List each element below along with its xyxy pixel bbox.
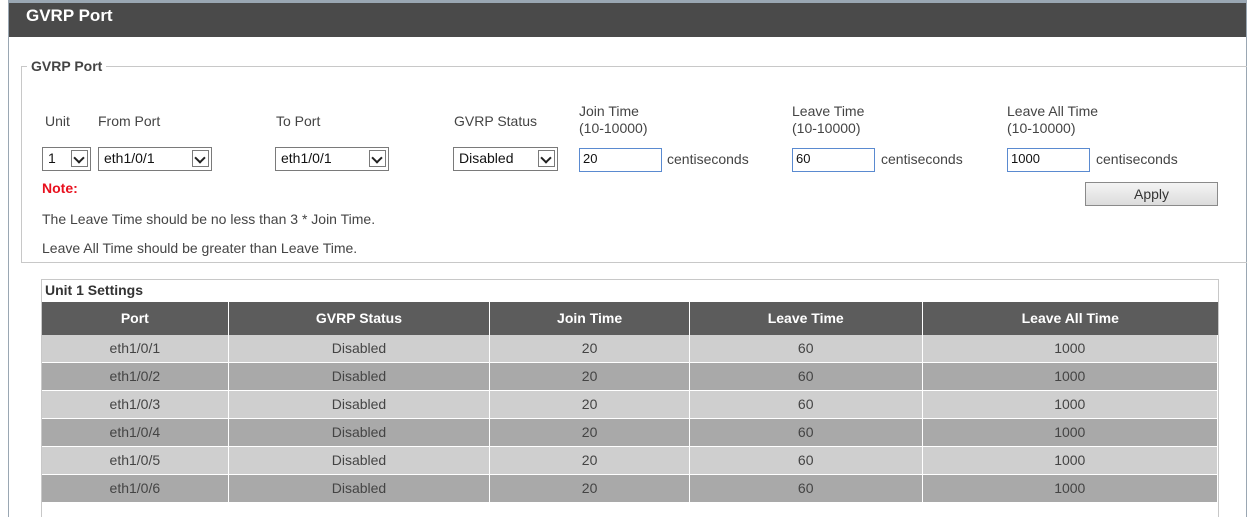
gvrp-status-select-value: Disabled (459, 150, 514, 166)
to-port-select[interactable]: eth1/0/1 (275, 147, 389, 171)
cell-leave-all-time: 1000 (923, 363, 1219, 390)
cell-leave-all-time: 1000 (923, 475, 1219, 502)
note-label: Note: (42, 180, 78, 196)
header-port: Port (42, 302, 229, 335)
join-time-unit: centiseconds (667, 151, 749, 167)
table-row: eth1/0/2 Disabled 20 60 1000 (42, 363, 1219, 391)
cell-port: eth1/0/6 (42, 475, 229, 502)
cell-port: eth1/0/1 (42, 335, 229, 362)
header-leave-time: Leave Time (690, 302, 923, 335)
cell-gvrp-status: Disabled (229, 447, 491, 474)
cell-join-time: 20 (490, 391, 690, 418)
table-row: eth1/0/3 Disabled 20 60 1000 (42, 391, 1219, 419)
from-port-select-value: eth1/0/1 (104, 150, 155, 166)
cell-port: eth1/0/3 (42, 391, 229, 418)
cell-leave-time: 60 (690, 447, 923, 474)
page-title: GVRP Port (26, 6, 113, 25)
header-gvrp-status: GVRP Status (229, 302, 491, 335)
cell-port: eth1/0/5 (42, 447, 229, 474)
table-body: eth1/0/1 Disabled 20 60 1000 eth1/0/2 Di… (42, 335, 1219, 503)
gvrp-status-select[interactable]: Disabled (453, 147, 558, 171)
header-join-time: Join Time (490, 302, 690, 335)
to-port-label: To Port (276, 113, 321, 129)
chevron-down-icon (71, 150, 88, 167)
leave-time-label: Leave Time (792, 103, 865, 119)
from-port-select[interactable]: eth1/0/1 (98, 147, 212, 171)
join-time-input[interactable]: 20 (579, 148, 662, 172)
fieldset-legend: GVRP Port (31, 58, 103, 74)
apply-button[interactable]: Apply (1085, 182, 1218, 206)
table-row: eth1/0/1 Disabled 20 60 1000 (42, 335, 1219, 363)
cell-leave-all-time: 1000 (923, 447, 1219, 474)
chevron-down-icon (538, 150, 555, 167)
cell-leave-time: 60 (690, 419, 923, 446)
table-row: eth1/0/4 Disabled 20 60 1000 (42, 419, 1219, 447)
cell-leave-time: 60 (690, 335, 923, 362)
leave-time-range: (10-10000) (792, 120, 861, 136)
to-port-select-value: eth1/0/1 (281, 150, 332, 166)
cell-join-time: 20 (490, 447, 690, 474)
cell-gvrp-status: Disabled (229, 419, 491, 446)
cell-leave-time: 60 (690, 475, 923, 502)
cell-leave-time: 60 (690, 391, 923, 418)
cell-leave-time: 60 (690, 363, 923, 390)
cell-join-time: 20 (490, 363, 690, 390)
page-title-bar: GVRP Port (9, 0, 1246, 37)
cell-join-time: 20 (490, 335, 690, 362)
from-port-label: From Port (98, 113, 161, 129)
leave-all-time-range: (10-10000) (1007, 120, 1076, 136)
cell-join-time: 20 (490, 475, 690, 502)
leave-time-input[interactable]: 60 (792, 148, 875, 172)
cell-gvrp-status: Disabled (229, 335, 491, 362)
note-line-2: Leave All Time should be greater than Le… (42, 240, 358, 256)
chevron-down-icon (192, 150, 209, 167)
cell-gvrp-status: Disabled (229, 391, 491, 418)
table-row: eth1/0/5 Disabled 20 60 1000 (42, 447, 1219, 475)
cell-join-time: 20 (490, 419, 690, 446)
cell-gvrp-status: Disabled (229, 363, 491, 390)
unit-select[interactable]: 1 (42, 147, 91, 171)
unit-select-value: 1 (48, 150, 56, 166)
leave-all-time-label: Leave All Time (1007, 103, 1099, 119)
note-line-1: The Leave Time should be no less than 3 … (42, 211, 376, 227)
cell-port: eth1/0/4 (42, 419, 229, 446)
unit-settings-table: Unit 1 Settings Port GVRP Status Join Ti… (41, 279, 1219, 517)
table-caption: Unit 1 Settings (45, 282, 144, 298)
cell-gvrp-status: Disabled (229, 475, 491, 502)
unit-label: Unit (45, 113, 70, 129)
table-header: Port GVRP Status Join Time Leave Time Le… (42, 302, 1218, 335)
leave-time-unit: centiseconds (881, 151, 963, 167)
chevron-down-icon (369, 150, 386, 167)
cell-leave-all-time: 1000 (923, 391, 1219, 418)
join-time-label: Join Time (579, 103, 639, 119)
leave-all-time-unit: centiseconds (1096, 151, 1178, 167)
table-row: eth1/0/6 Disabled 20 60 1000 (42, 475, 1219, 503)
header-leave-all-time: Leave All Time (1021, 310, 1119, 326)
cell-port: eth1/0/2 (42, 363, 229, 390)
gvrp-status-label: GVRP Status (454, 113, 538, 129)
cell-leave-all-time: 1000 (923, 419, 1219, 446)
leave-all-time-input[interactable]: 1000 (1007, 148, 1090, 172)
cell-leave-all-time: 1000 (923, 335, 1219, 362)
join-time-range: (10-10000) (579, 120, 648, 136)
